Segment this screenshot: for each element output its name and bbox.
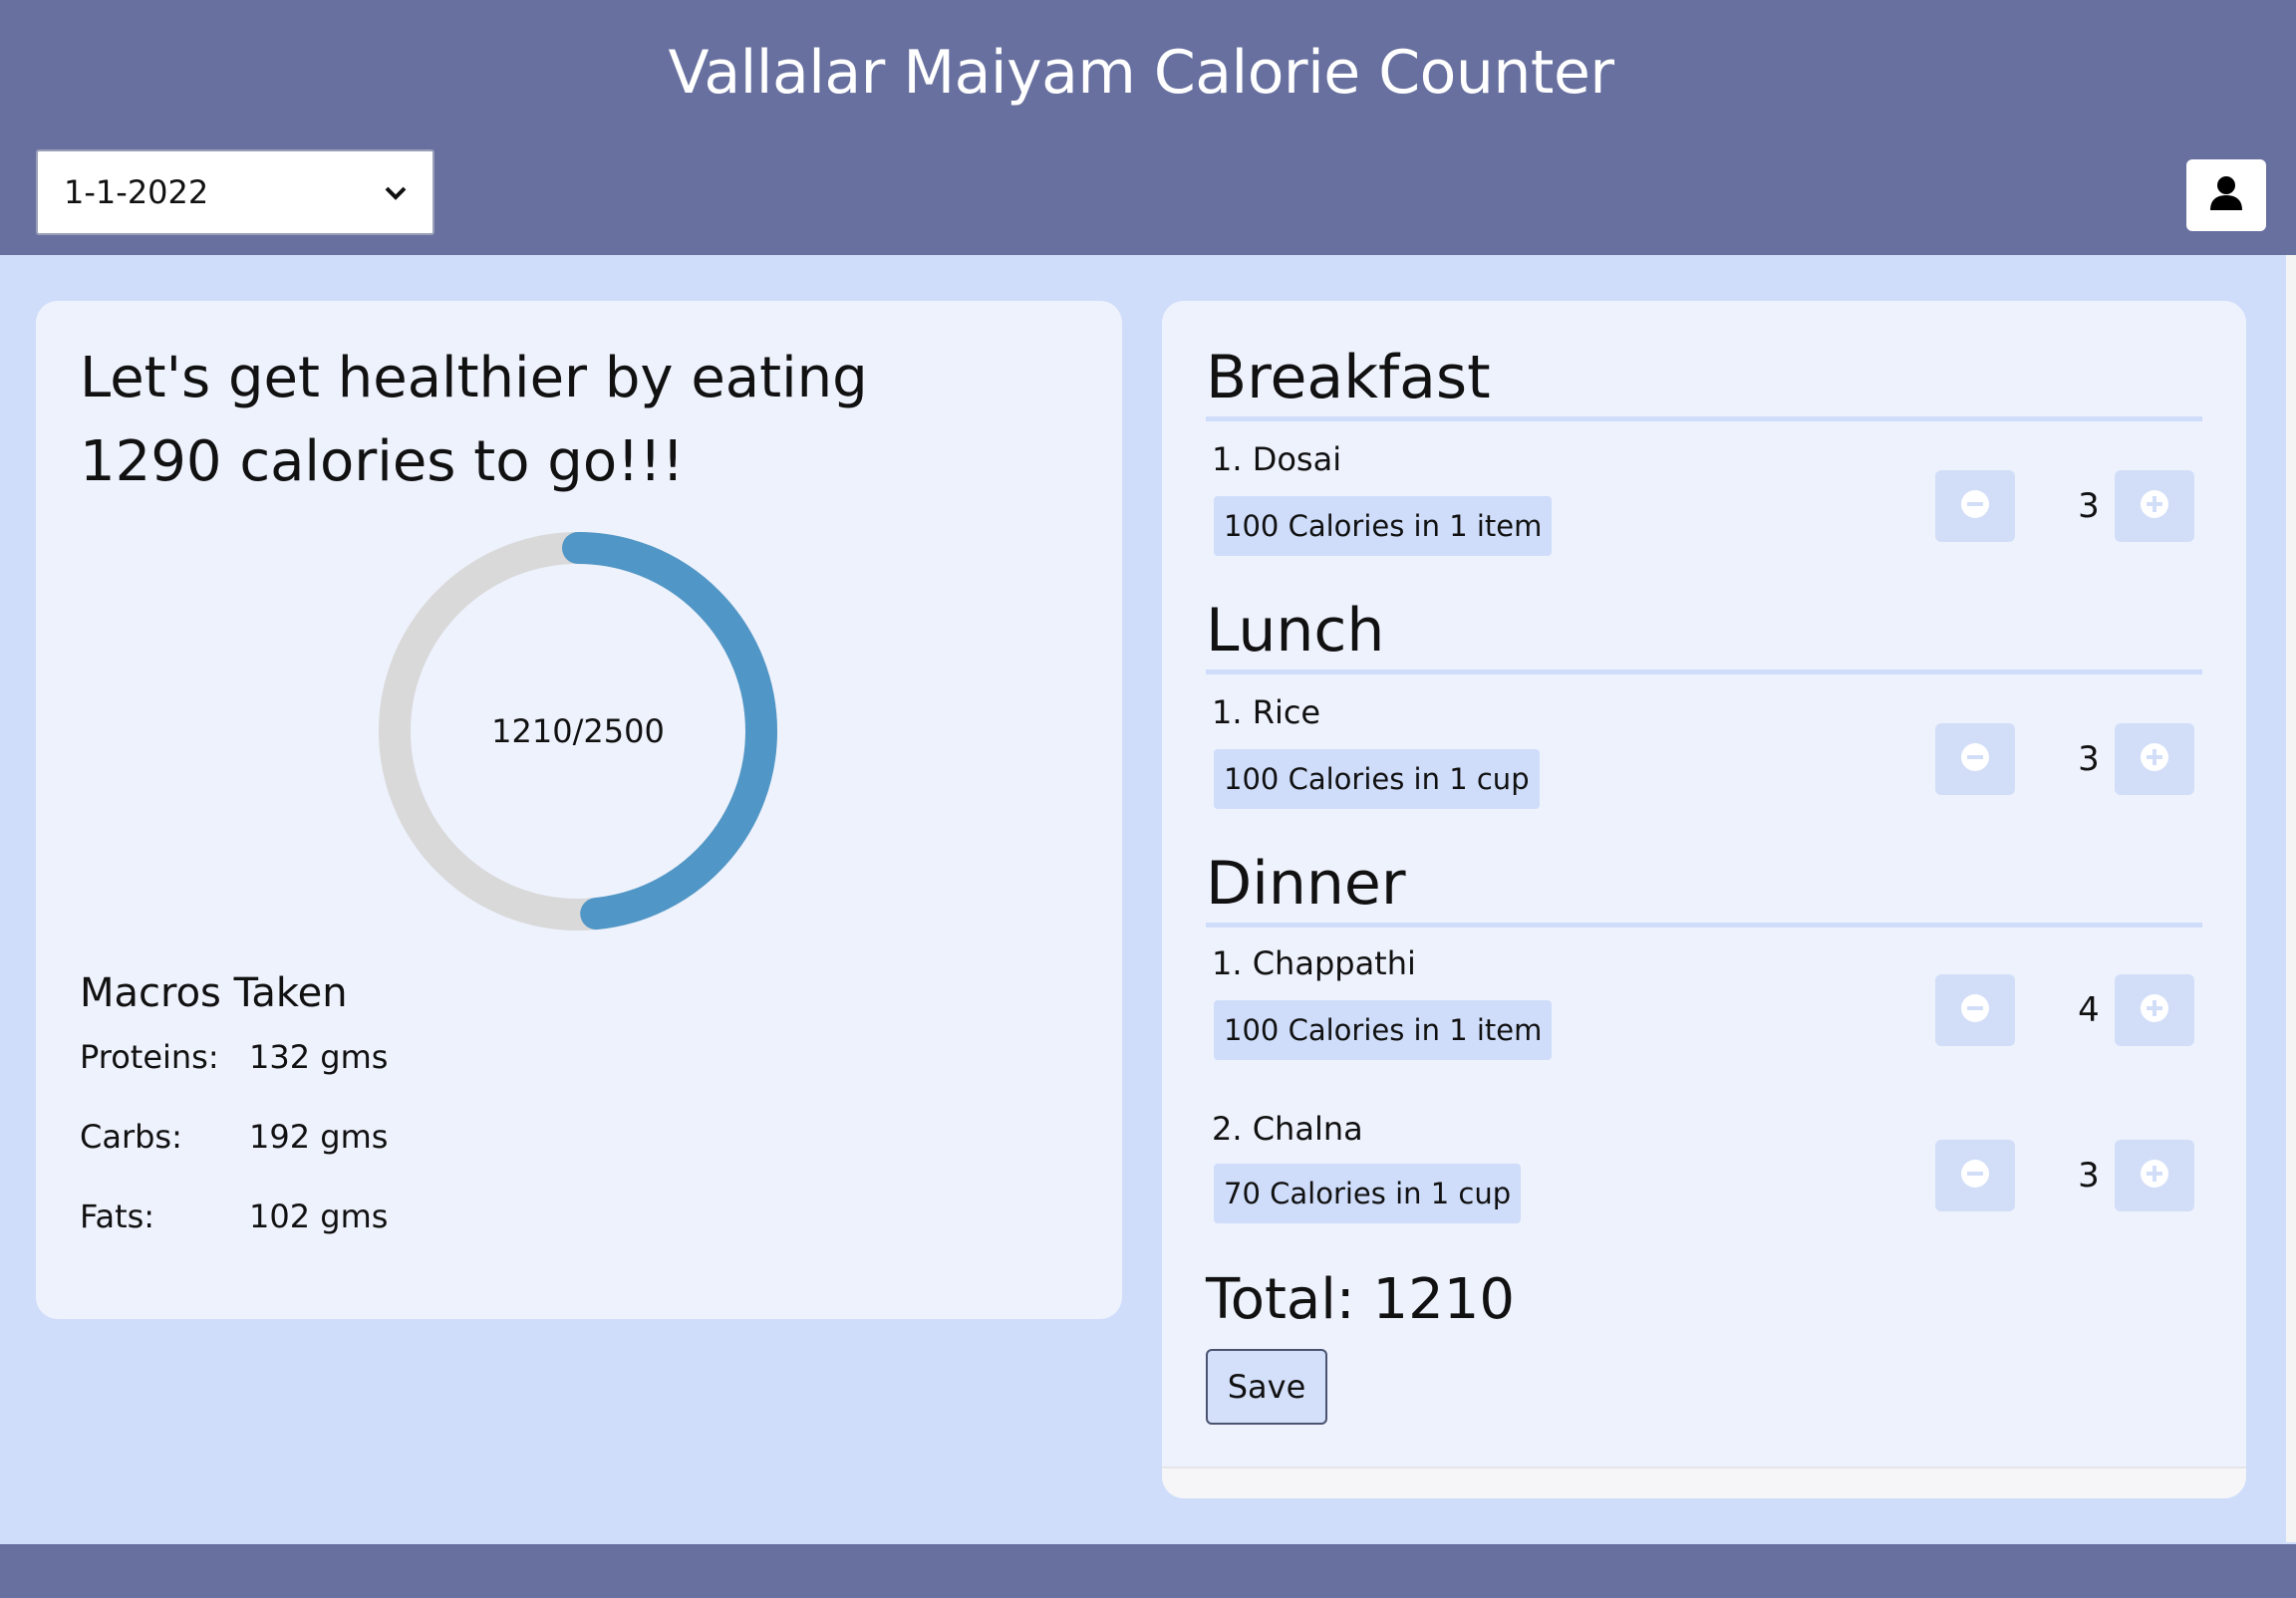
- macro-value: 102 gms: [249, 1198, 389, 1235]
- food-item-name: 2. Chalna: [1212, 1110, 1363, 1148]
- calorie-total: Total: 1210: [1206, 1267, 1515, 1332]
- summary-card: Let's get healthier by eating 1290 calor…: [36, 301, 1122, 1319]
- food-item-name: 1. Chappathi: [1212, 944, 1416, 982]
- macro-row-carbs: Carbs: 192 gms: [80, 1118, 388, 1156]
- macro-row-fats: Fats: 102 gms: [80, 1198, 388, 1235]
- calorie-badge: 100 Calories in 1 item: [1214, 496, 1553, 556]
- calorie-progress-label: 1210/2500: [491, 712, 665, 750]
- decrease-button[interactable]: [1935, 723, 2015, 795]
- macro-value: 192 gms: [249, 1118, 389, 1156]
- macro-value: 132 gms: [249, 1038, 389, 1076]
- app-header: Vallalar Maiyam Calorie Counter 1-1-2022: [0, 0, 2296, 255]
- app-footer: [0, 1544, 2296, 1598]
- macros-title: Macros Taken: [80, 970, 348, 1016]
- macro-row-proteins: Proteins: 132 gms: [80, 1038, 388, 1076]
- calories-remaining: 1290 calories to go!!!: [80, 429, 685, 494]
- minus-circle-icon: [1960, 489, 1990, 523]
- section-title-lunch: Lunch: [1206, 596, 2202, 674]
- user-icon: [2209, 175, 2243, 215]
- decrease-button[interactable]: [1935, 470, 2015, 542]
- app-title: Vallalar Maiyam Calorie Counter: [668, 38, 1614, 108]
- increase-button[interactable]: [2115, 974, 2194, 1046]
- increase-button[interactable]: [2115, 723, 2194, 795]
- motivation-heading: Let's get healthier by eating: [80, 346, 868, 410]
- minus-circle-icon: [1960, 1159, 1990, 1193]
- macro-label: Carbs:: [80, 1118, 182, 1156]
- save-button[interactable]: Save: [1206, 1349, 1327, 1425]
- meals-card: Breakfast 1. Dosai 100 Calories in 1 ite…: [1162, 301, 2246, 1498]
- food-item-name: 1. Dosai: [1212, 440, 1342, 478]
- increase-button[interactable]: [2115, 470, 2194, 542]
- macro-label: Fats:: [80, 1198, 155, 1235]
- decrease-button[interactable]: [1935, 974, 2015, 1046]
- user-profile-button[interactable]: [2186, 159, 2266, 231]
- plus-circle-icon: [2140, 1159, 2169, 1193]
- section-title-dinner: Dinner: [1206, 849, 2202, 928]
- food-item-name: 1. Rice: [1212, 693, 1321, 731]
- chevron-down-icon: [385, 177, 407, 207]
- increase-button[interactable]: [2115, 1140, 2194, 1211]
- card-footer-strip: [1162, 1466, 2246, 1498]
- plus-circle-icon: [2140, 742, 2169, 776]
- plus-circle-icon: [2140, 993, 2169, 1027]
- calorie-badge: 70 Calories in 1 cup: [1214, 1164, 1522, 1223]
- date-select[interactable]: 1-1-2022: [36, 149, 434, 235]
- scrollbar[interactable]: [2286, 255, 2296, 1542]
- calorie-progress-ring: 1210/2500: [369, 522, 787, 940]
- calorie-badge: 100 Calories in 1 item: [1214, 1000, 1553, 1060]
- decrease-button[interactable]: [1935, 1140, 2015, 1211]
- minus-circle-icon: [1960, 742, 1990, 776]
- date-select-value: 1-1-2022: [64, 173, 209, 211]
- macro-label: Proteins:: [80, 1038, 219, 1076]
- plus-circle-icon: [2140, 489, 2169, 523]
- section-title-breakfast: Breakfast: [1206, 343, 2202, 421]
- minus-circle-icon: [1960, 993, 1990, 1027]
- calorie-badge: 100 Calories in 1 cup: [1214, 749, 1540, 809]
